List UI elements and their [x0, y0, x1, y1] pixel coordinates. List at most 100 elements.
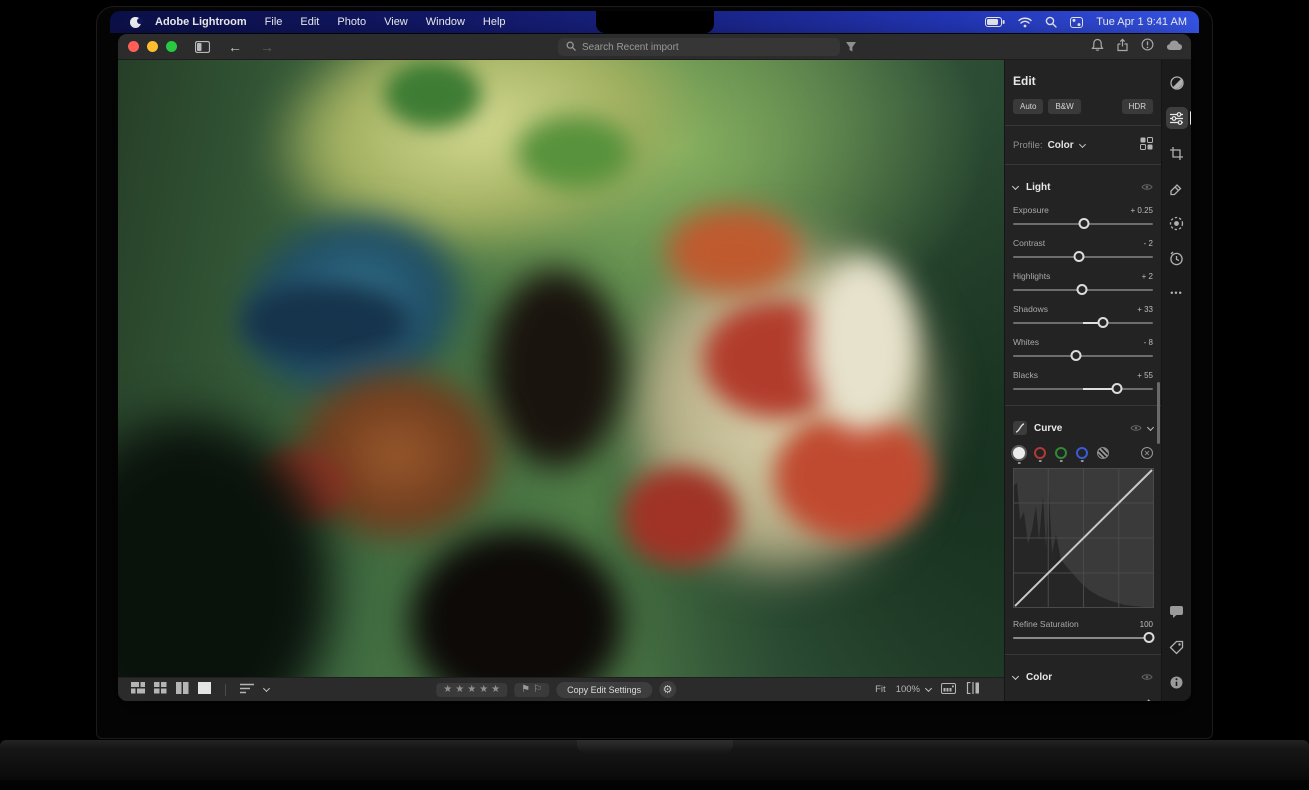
hdr-button[interactable]: HDR: [1122, 99, 1153, 114]
photo-layer: [517, 116, 632, 190]
copy-edit-settings-button[interactable]: Copy Edit Settings: [556, 682, 652, 698]
healing-icon[interactable]: [1166, 177, 1188, 199]
eye-icon[interactable]: [1141, 668, 1153, 686]
menu-photo[interactable]: Photo: [337, 16, 366, 28]
light-section-title: Light: [1026, 182, 1050, 193]
flag-controls[interactable]: ⚑⚐: [514, 683, 549, 697]
curve-section-header[interactable]: Curve: [1013, 419, 1153, 437]
star-rating[interactable]: ★★★★★: [436, 683, 507, 697]
curve-reset-icon[interactable]: ✕: [1141, 447, 1153, 459]
presets-icon[interactable]: [1166, 72, 1188, 94]
bell-icon[interactable]: [1091, 38, 1104, 57]
divider: [1005, 654, 1161, 655]
lightroom-window: ← → Search Recent import: [118, 34, 1191, 701]
minimize-button[interactable]: [147, 41, 158, 52]
light-section-header[interactable]: Light: [1013, 178, 1153, 196]
info-icon[interactable]: [1166, 671, 1188, 693]
search-input[interactable]: Search Recent import: [558, 38, 840, 56]
color-section-header[interactable]: Color: [1013, 668, 1153, 686]
zoom-button[interactable]: [166, 41, 177, 52]
keywords-icon[interactable]: [1166, 636, 1188, 658]
eye-icon[interactable]: [1130, 419, 1142, 437]
search-icon[interactable]: [1045, 16, 1057, 28]
whites-slider[interactable]: [1013, 350, 1153, 361]
star-icon[interactable]: ★: [479, 685, 488, 695]
exposure-slider[interactable]: [1013, 218, 1153, 229]
contrast-slider[interactable]: [1013, 251, 1153, 262]
masking-icon[interactable]: [1166, 212, 1188, 234]
photo-layer: [774, 412, 933, 542]
color-section-title: Color: [1026, 672, 1052, 683]
laptop-screen: Adobe Lightroom File Edit Photo View Win…: [96, 6, 1213, 739]
back-arrow-icon[interactable]: ←: [228, 39, 242, 55]
profile-browser-icon[interactable]: [1140, 137, 1153, 153]
close-button[interactable]: [128, 41, 139, 52]
control-center-icon[interactable]: [1070, 17, 1083, 28]
cloud-icon[interactable]: [1166, 38, 1183, 56]
star-icon[interactable]: ★: [455, 685, 464, 695]
zoom-level[interactable]: 100%: [896, 684, 931, 695]
menu-file[interactable]: File: [265, 16, 283, 28]
menu-window[interactable]: Window: [426, 16, 465, 28]
star-icon[interactable]: ★: [467, 685, 476, 695]
eyedropper-icon[interactable]: [1141, 699, 1153, 701]
bottom-toolbar: ★★★★★ ⚑⚐ Copy Edit Settings ⚙ Fit 100%: [118, 677, 1004, 701]
curve-targeted-icon[interactable]: [1097, 447, 1109, 459]
curve-channel-blue[interactable]: [1076, 447, 1088, 459]
more-icon[interactable]: •••: [1166, 282, 1188, 304]
help-icon[interactable]: [1141, 38, 1154, 56]
laptop-shadow: [0, 780, 1309, 790]
pick-flag-icon[interactable]: ⚑: [521, 685, 530, 695]
panel-scrollbar[interactable]: [1157, 382, 1160, 444]
sort-icon[interactable]: [240, 681, 254, 699]
battery-icon[interactable]: [985, 17, 1005, 27]
compare-icon[interactable]: [176, 681, 189, 699]
forward-arrow-icon[interactable]: →: [260, 39, 274, 55]
gear-icon[interactable]: ⚙: [659, 681, 676, 698]
share-icon[interactable]: [1116, 38, 1129, 57]
traffic-lights: [128, 41, 177, 52]
square-grid-icon[interactable]: [154, 681, 167, 699]
menu-help[interactable]: Help: [483, 16, 506, 28]
fit-label[interactable]: Fit: [875, 684, 886, 695]
edit-panel-title: Edit: [1013, 74, 1153, 88]
profile-selector[interactable]: Profile: Color: [1013, 137, 1153, 153]
curve-channel-all[interactable]: [1013, 447, 1025, 459]
bw-button[interactable]: B&W: [1048, 99, 1080, 114]
eye-icon[interactable]: [1141, 178, 1153, 196]
crop-icon[interactable]: [1166, 142, 1188, 164]
slider-value: + 55: [1137, 371, 1153, 380]
highlights-slider[interactable]: [1013, 284, 1153, 295]
versions-icon[interactable]: [1166, 247, 1188, 269]
chevron-down-icon: [1012, 182, 1019, 189]
apple-menu-icon[interactable]: [130, 17, 141, 28]
menu-view[interactable]: View: [384, 16, 408, 28]
filter-funnel-icon[interactable]: [845, 40, 857, 58]
comments-icon[interactable]: [1166, 601, 1188, 623]
photo-canvas[interactable]: [118, 60, 1004, 677]
tone-curve-editor[interactable]: [1013, 468, 1153, 613]
refine-saturation-slider[interactable]: [1013, 632, 1153, 643]
chevron-down-icon: [263, 685, 270, 692]
shadows-slider[interactable]: [1013, 317, 1153, 328]
auto-button[interactable]: Auto: [1013, 99, 1043, 114]
camera-notch: [596, 11, 714, 33]
curve-channel-green[interactable]: [1055, 447, 1067, 459]
star-icon[interactable]: ★: [491, 685, 500, 695]
filmstrip-icon[interactable]: [941, 683, 956, 697]
before-after-icon[interactable]: [966, 682, 980, 697]
menu-edit[interactable]: Edit: [300, 16, 319, 28]
white-balance-selector[interactable]: White Balance Custom: [1013, 699, 1153, 701]
app-menu[interactable]: Adobe Lightroom: [155, 16, 247, 28]
star-icon[interactable]: ★: [443, 685, 452, 695]
edit-sliders-icon[interactable]: [1166, 107, 1188, 129]
wifi-icon[interactable]: [1018, 17, 1032, 28]
slider-label: Highlights: [1013, 271, 1050, 281]
detail-view-icon[interactable]: [198, 681, 211, 699]
reject-flag-icon[interactable]: ⚐: [533, 685, 542, 695]
sidebar-icon[interactable]: [195, 41, 210, 53]
curve-channel-red[interactable]: [1034, 447, 1046, 459]
photo-grid-icon[interactable]: [131, 681, 145, 699]
menu-bar-clock[interactable]: Tue Apr 1 9:41 AM: [1096, 16, 1187, 28]
blacks-slider[interactable]: [1013, 383, 1153, 394]
